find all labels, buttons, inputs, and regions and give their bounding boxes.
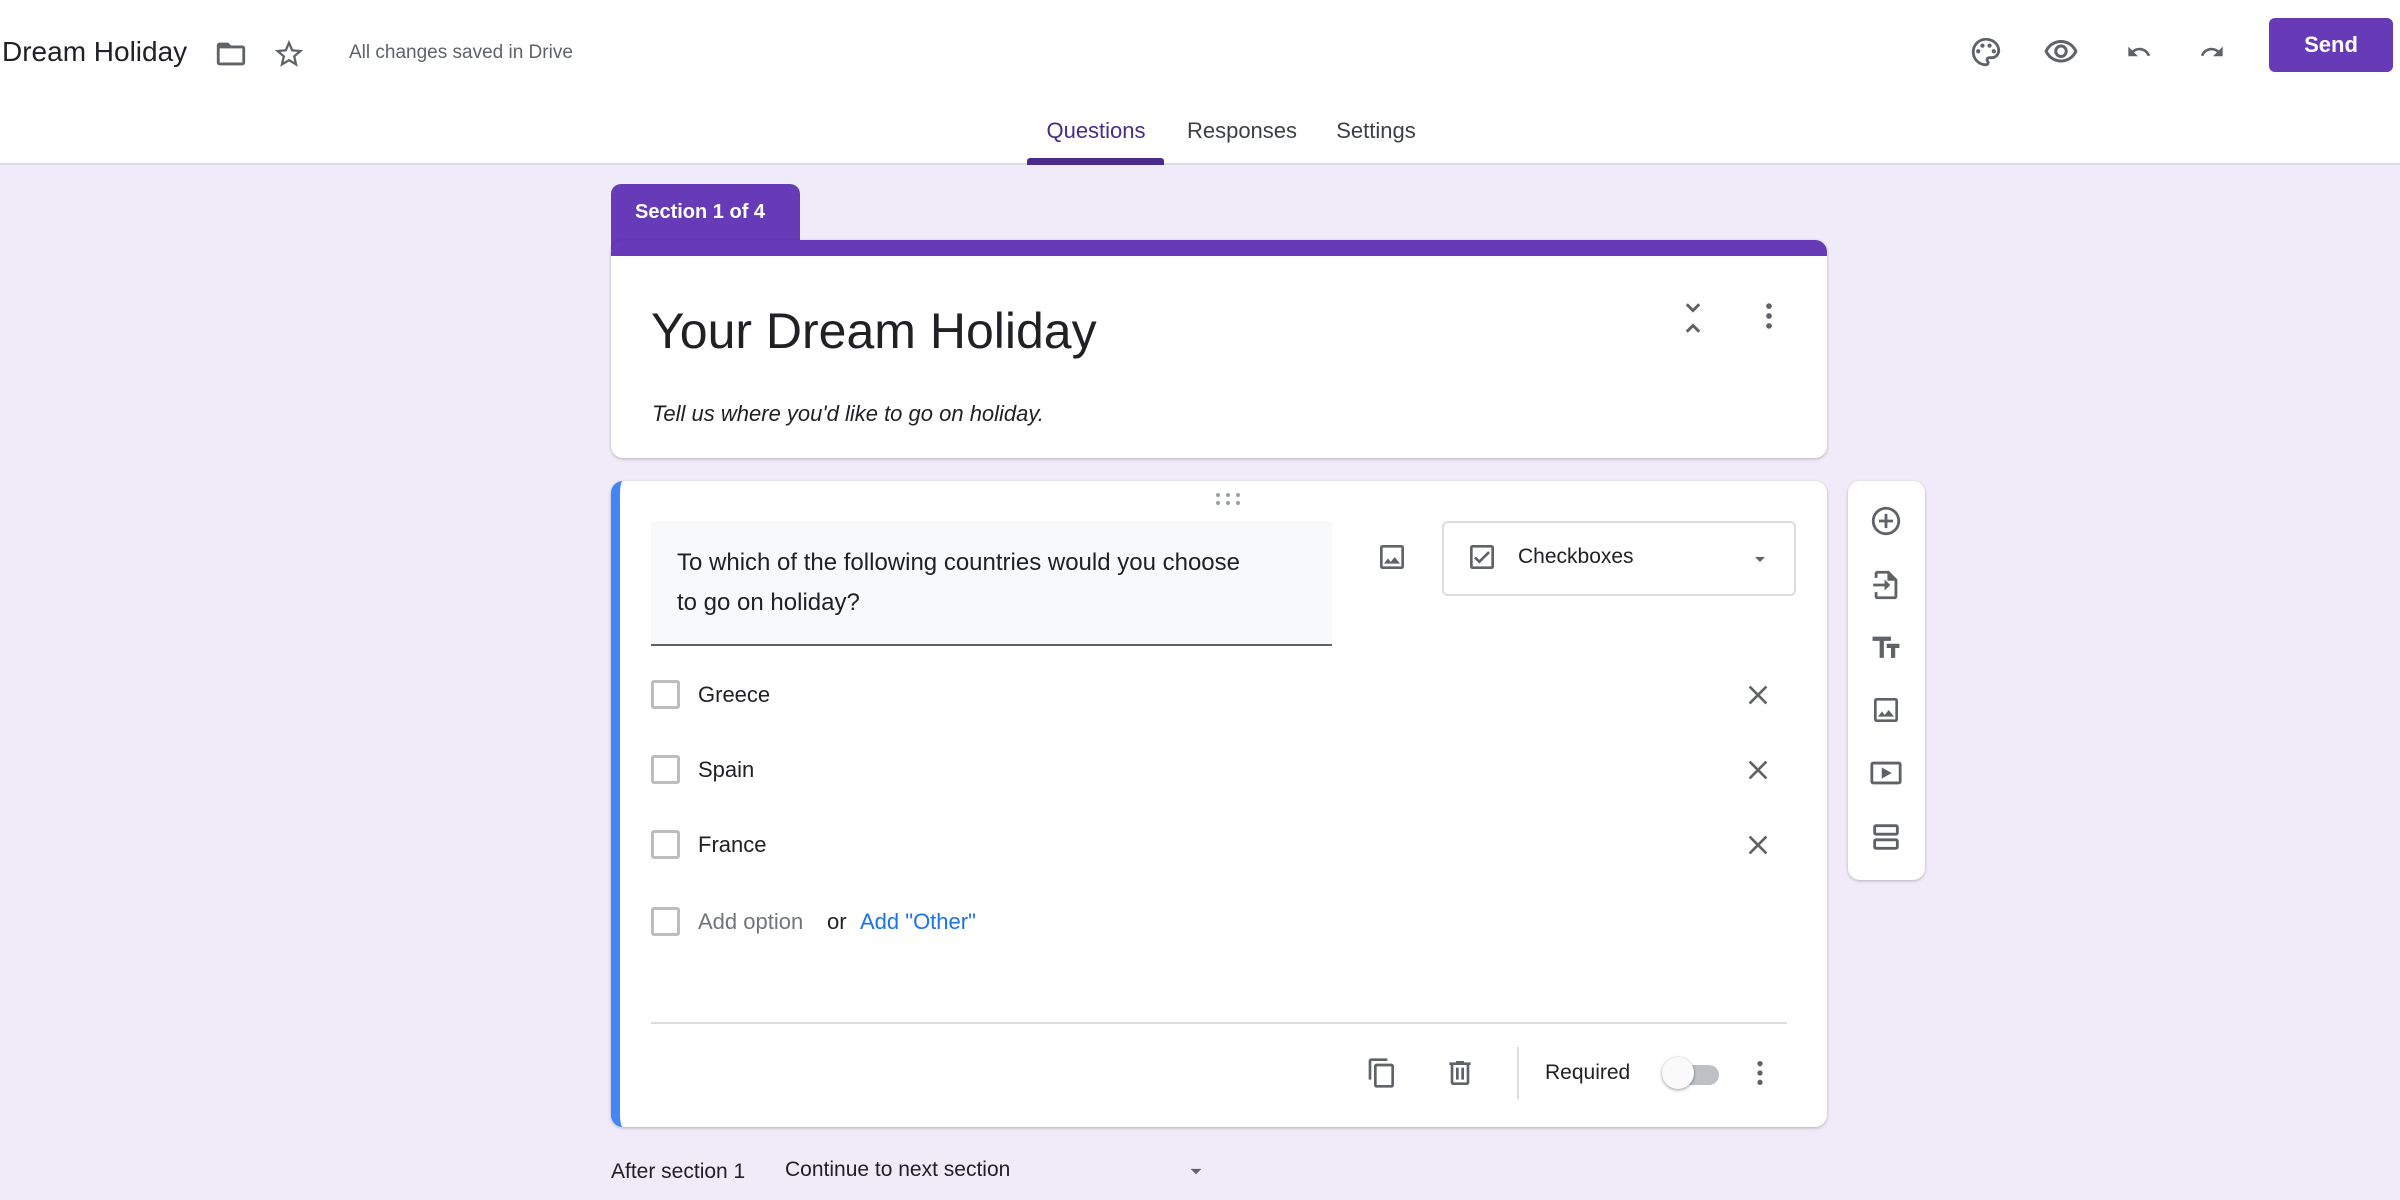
top-bar: Dream Holiday All changes saved in Drive…	[0, 0, 2400, 165]
add-option-link[interactable]: Add option	[698, 909, 803, 935]
add-video-icon[interactable]	[1866, 753, 1906, 793]
send-button[interactable]: Send	[2269, 18, 2393, 72]
duplicate-icon[interactable]	[1362, 1053, 1402, 1093]
delete-trash-icon[interactable]	[1440, 1053, 1480, 1093]
add-title-text-icon[interactable]	[1866, 628, 1906, 668]
question-type-label: Checkboxes	[1518, 545, 1634, 569]
vertical-divider	[1517, 1047, 1519, 1099]
tab-questions[interactable]: Questions	[1046, 118, 1145, 144]
after-section-label: After section 1	[611, 1160, 745, 1184]
drag-handle-icon[interactable]	[1210, 489, 1246, 509]
form-title[interactable]: Your Dream Holiday	[651, 302, 1097, 360]
more-vert-icon[interactable]	[1740, 1053, 1780, 1093]
palette-icon[interactable]	[1966, 32, 2006, 72]
chevron-down-icon	[1746, 545, 1774, 573]
option-label[interactable]: Spain	[698, 757, 754, 783]
divider	[651, 1022, 1787, 1024]
or-label: or	[827, 909, 847, 935]
add-question-icon[interactable]	[1866, 501, 1906, 541]
tab-responses[interactable]: Responses	[1187, 118, 1297, 144]
active-tab-indicator	[1027, 158, 1164, 165]
option-label[interactable]: Greece	[698, 682, 770, 708]
after-section-dropdown[interactable]: Continue to next section	[785, 1158, 1215, 1194]
remove-option-close-icon[interactable]	[1738, 750, 1778, 790]
option-checkbox	[651, 680, 680, 709]
doc-title[interactable]: Dream Holiday	[2, 36, 187, 68]
save-status: All changes saved in Drive	[349, 42, 573, 64]
required-toggle[interactable]	[1662, 1063, 1719, 1085]
section-header-card: Your Dream Holiday Tell us where you'd l…	[611, 240, 1827, 458]
add-image-icon[interactable]	[1866, 690, 1906, 730]
add-image-icon[interactable]	[1372, 537, 1412, 577]
required-label: Required	[1545, 1061, 1630, 1085]
checkbox-type-icon	[1464, 539, 1500, 575]
question-card[interactable]: To which of the following countries woul…	[611, 481, 1827, 1127]
after-section-value: Continue to next section	[785, 1158, 1010, 1182]
option-checkbox	[651, 830, 680, 859]
add-other-link[interactable]: Add "Other"	[860, 909, 976, 935]
option-label[interactable]: France	[698, 832, 766, 858]
collapse-icon[interactable]	[1673, 296, 1713, 340]
star-icon[interactable]	[271, 36, 307, 72]
form-description[interactable]: Tell us where you'd like to go on holida…	[652, 401, 1044, 427]
question-type-dropdown[interactable]: Checkboxes	[1442, 521, 1796, 596]
folder-icon[interactable]	[213, 36, 249, 72]
more-vert-icon[interactable]	[1749, 296, 1789, 336]
redo-icon[interactable]	[2192, 32, 2232, 72]
remove-option-close-icon[interactable]	[1738, 675, 1778, 715]
preview-eye-icon[interactable]	[2041, 32, 2081, 72]
side-toolbar	[1848, 481, 1925, 880]
add-option-checkbox	[651, 907, 680, 936]
remove-option-close-icon[interactable]	[1738, 825, 1778, 865]
add-section-icon[interactable]	[1866, 817, 1906, 857]
chevron-down-icon	[1181, 1156, 1211, 1186]
question-title-input[interactable]: To which of the following countries woul…	[651, 521, 1332, 646]
tab-settings[interactable]: Settings	[1336, 118, 1416, 144]
question-line-1: To which of the following countries woul…	[677, 543, 1332, 583]
option-checkbox	[651, 755, 680, 784]
import-questions-icon[interactable]	[1866, 565, 1906, 605]
question-line-2: to go on holiday?	[677, 583, 1332, 623]
undo-icon[interactable]	[2119, 32, 2159, 72]
